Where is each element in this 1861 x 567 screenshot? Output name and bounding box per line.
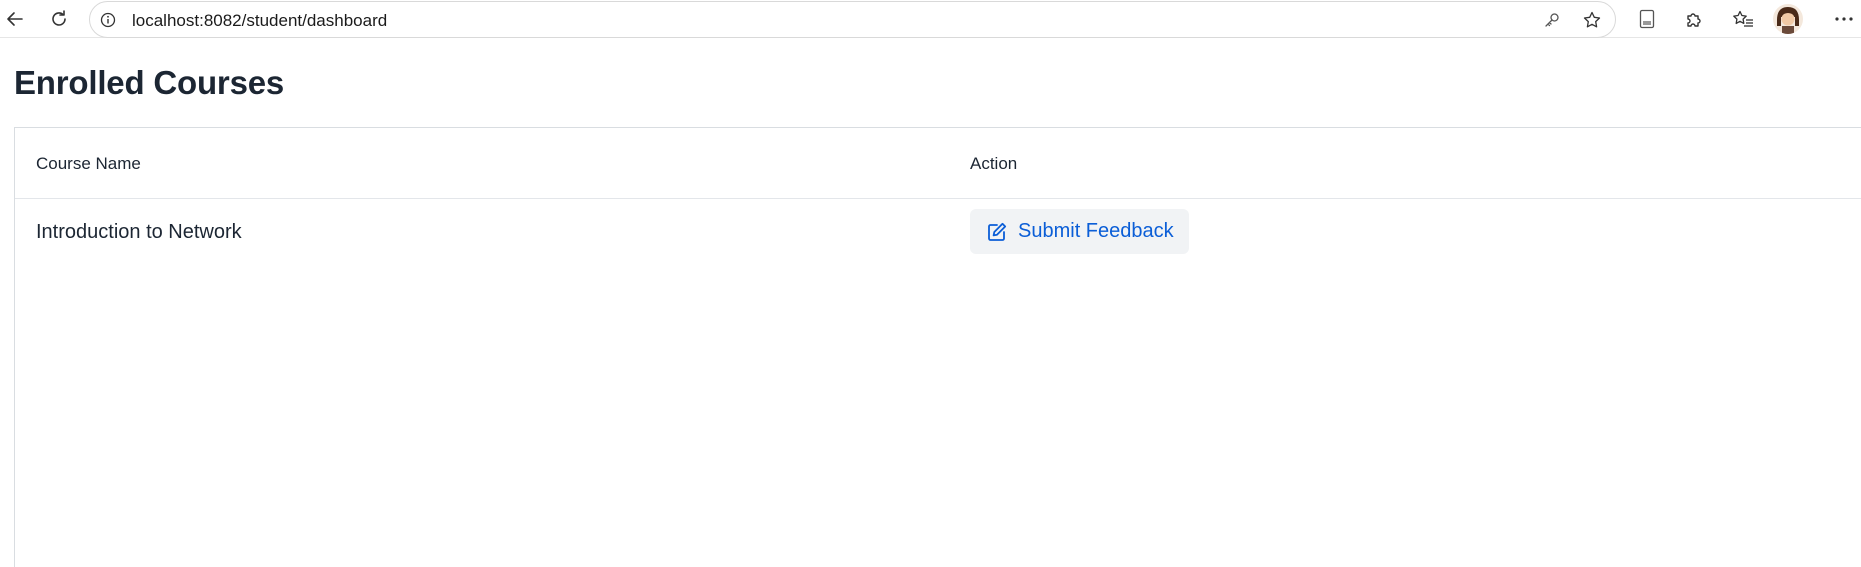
avatar[interactable] [1773, 4, 1803, 34]
refresh-icon[interactable] [44, 4, 74, 34]
info-icon[interactable] [98, 10, 118, 30]
more-icon[interactable] [1829, 4, 1859, 34]
column-header-course-name: Course Name [36, 154, 141, 173]
favorites-icon[interactable] [1728, 4, 1758, 34]
back-arrow-icon[interactable] [0, 4, 30, 34]
document-icon[interactable] [1632, 4, 1662, 34]
puzzle-icon[interactable] [1679, 4, 1709, 34]
course-name-cell: Introduction to Network [36, 221, 242, 243]
table-row: Introduction to Network Submit Feedback [15, 199, 1861, 267]
submit-feedback-button[interactable]: Submit Feedback [970, 209, 1189, 254]
browser-toolbar: localhost:8082/student/dashboard [0, 0, 1861, 38]
url-text[interactable]: localhost:8082/student/dashboard [132, 11, 387, 31]
column-header-action: Action [970, 154, 1018, 173]
table-header-row: Course Name Action [15, 128, 1861, 199]
edit-icon [986, 221, 1008, 243]
submit-feedback-label: Submit Feedback [1018, 220, 1174, 242]
address-bar[interactable]: localhost:8082/student/dashboard [89, 1, 1616, 38]
courses-table: Course Name Action Introduction to Netwo… [14, 127, 1861, 567]
star-icon[interactable] [1580, 8, 1604, 32]
key-icon[interactable] [1540, 8, 1564, 32]
page-title: Enrolled Courses [14, 64, 285, 101]
